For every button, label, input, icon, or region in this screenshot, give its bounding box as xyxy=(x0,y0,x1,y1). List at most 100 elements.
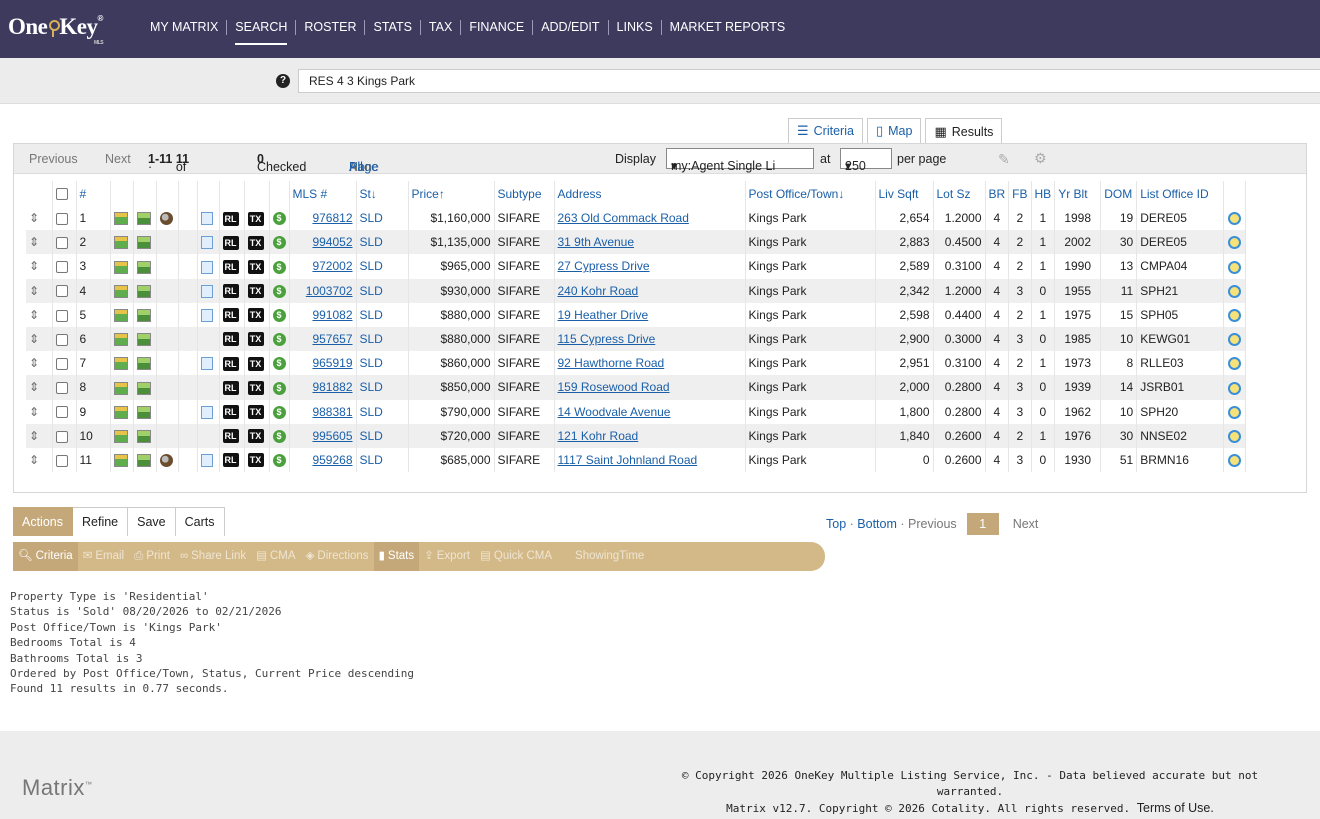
table-row[interactable]: ⇕ 2 RL TX $994052 SLD $1,135,000 SIFARE 31 9th A… xyxy=(26,230,1247,255)
finance-cell[interactable]: $ xyxy=(269,278,290,303)
history-icon[interactable] xyxy=(1228,284,1242,298)
tx-icon[interactable]: TX xyxy=(247,356,264,371)
copy-cell[interactable] xyxy=(197,254,220,279)
gallery-icon[interactable] xyxy=(136,284,151,298)
history-icon[interactable] xyxy=(1228,405,1242,419)
col-yr-blt[interactable]: Yr Blt xyxy=(1054,181,1102,206)
col-price[interactable]: Price↑ xyxy=(408,181,495,206)
nav-item-stats[interactable]: STATS xyxy=(364,20,419,35)
nav-item-my-matrix[interactable]: MY MATRIX xyxy=(146,20,226,35)
virtual-tour-cell[interactable] xyxy=(156,375,179,400)
drag-handle-cell[interactable]: ⇕ xyxy=(26,206,53,231)
photo-icon[interactable] xyxy=(113,357,128,371)
search-input[interactable]: RES 4 3 Kings Park xyxy=(298,69,1320,93)
drag-handle-icon[interactable]: ⇕ xyxy=(29,357,41,369)
row-checkbox[interactable] xyxy=(55,333,68,346)
history-cell[interactable] xyxy=(1223,423,1247,448)
action-cma-button[interactable]: ▤ CMA xyxy=(251,542,300,571)
nav-item-finance[interactable]: FINANCE xyxy=(460,20,532,35)
display-select[interactable]: my:Agent Single Li ▾ xyxy=(666,148,814,173)
address-link[interactable]: 92 Hawthorne Road xyxy=(558,356,665,370)
photo-cell[interactable] xyxy=(110,254,134,279)
col-fb[interactable]: FB xyxy=(1008,181,1032,206)
tx-icon[interactable]: TX xyxy=(247,380,264,395)
copy-icon[interactable] xyxy=(200,236,213,250)
tx-icon[interactable]: TX xyxy=(247,308,264,323)
nav-item-search[interactable]: SEARCH xyxy=(226,20,295,45)
action-directions-button[interactable]: ◈ Directions xyxy=(301,542,374,571)
col-address[interactable]: Address xyxy=(554,181,746,206)
tx-icon[interactable]: TX xyxy=(247,332,264,347)
rl-cell[interactable]: RL xyxy=(219,326,245,352)
gallery-icon[interactable] xyxy=(136,405,151,419)
mls-number-cell[interactable]: 959268 xyxy=(289,447,357,473)
photo-cell[interactable] xyxy=(110,399,134,424)
finance-cell[interactable]: $ xyxy=(269,230,290,255)
photo-cell[interactable] xyxy=(110,278,134,303)
page-number-button[interactable]: 1 xyxy=(966,513,999,535)
nav-item-add-edit[interactable]: ADD/EDIT xyxy=(532,20,607,35)
table-row[interactable]: ⇕ 5 RL TX $991082 SLD $880,000 SIFARE 19 Heather… xyxy=(26,302,1247,327)
edit-icon[interactable]: ✎ xyxy=(998,151,1014,167)
address-cell[interactable]: 263 Old Commack Road xyxy=(554,206,746,231)
nav-item-links[interactable]: LINKS xyxy=(607,20,661,35)
drag-handle-cell[interactable]: ⇕ xyxy=(26,423,53,448)
address-cell[interactable]: 19 Heather Drive xyxy=(554,302,746,327)
row-checkbox-cell[interactable] xyxy=(52,423,77,448)
dollar-icon[interactable]: $ xyxy=(272,284,286,298)
tx-icon[interactable]: TX xyxy=(247,211,264,226)
dollar-icon[interactable]: $ xyxy=(272,212,286,226)
row-checkbox[interactable] xyxy=(55,358,68,371)
rl-cell[interactable]: RL xyxy=(219,399,245,424)
dollar-icon[interactable]: $ xyxy=(272,236,286,250)
photo-gallery-cell[interactable] xyxy=(133,302,157,327)
address-link[interactable]: 159 Rosewood Road xyxy=(558,380,670,394)
photo-gallery-cell[interactable] xyxy=(133,230,157,255)
history-icon[interactable] xyxy=(1228,333,1242,347)
copy-icon[interactable] xyxy=(200,212,213,226)
mls-number-link[interactable]: 976812 xyxy=(312,211,352,225)
address-link[interactable]: 27 Cypress Drive xyxy=(558,259,650,273)
mls-number-link[interactable]: 965919 xyxy=(312,356,352,370)
copy-cell[interactable] xyxy=(197,375,220,400)
rl-icon[interactable]: RL xyxy=(222,284,239,299)
row-checkbox-cell[interactable] xyxy=(52,278,77,303)
finance-cell[interactable]: $ xyxy=(269,326,290,352)
virtual-tour-cell[interactable] xyxy=(156,326,179,352)
row-checkbox[interactable] xyxy=(55,261,68,274)
finance-cell[interactable]: $ xyxy=(269,206,290,231)
action-showingtime-button[interactable]: ShowingTime xyxy=(557,542,662,571)
action-share-link-button[interactable]: ∞ Share Link xyxy=(175,542,251,571)
finance-cell[interactable]: $ xyxy=(269,254,290,279)
rl-icon[interactable]: RL xyxy=(222,453,239,468)
virtual-tour-cell[interactable] xyxy=(156,351,179,376)
table-row[interactable]: ⇕ 6 RL TX $957657 SLD $880,000 SIFARE 115 Cypres… xyxy=(26,326,1247,352)
drag-handle-icon[interactable]: ⇕ xyxy=(29,212,41,224)
table-row[interactable]: ⇕ 8 RL TX $981882 SLD $850,000 SIFARE 159 Rosewo… xyxy=(26,375,1247,400)
virtual-tour-cell[interactable] xyxy=(156,399,179,424)
address-link[interactable]: 31 9th Avenue xyxy=(558,235,635,249)
photo-gallery-cell[interactable] xyxy=(133,278,157,303)
tab-criteria[interactable]: ☰ Criteria xyxy=(788,118,863,143)
dollar-icon[interactable]: $ xyxy=(272,381,286,395)
photo-icon[interactable] xyxy=(113,381,128,395)
copy-icon[interactable] xyxy=(200,309,213,322)
mls-number-link[interactable]: 988381 xyxy=(312,405,352,419)
photo-cell[interactable] xyxy=(110,447,134,473)
mls-number-cell[interactable]: 1003702 xyxy=(289,278,357,303)
rl-cell[interactable]: RL xyxy=(219,254,245,279)
drag-handle-icon[interactable]: ⇕ xyxy=(29,309,41,321)
table-row[interactable]: ⇕ 10 RL TX $995605 SLD $720,000 SIFARE 121 Kohr … xyxy=(26,423,1247,448)
table-row[interactable]: ⇕ 1 RL TX $976812 SLD $1,160,000 SIFARE 263 Old … xyxy=(26,206,1247,231)
rl-cell[interactable]: RL xyxy=(219,206,245,231)
virtual-tour-cell[interactable] xyxy=(156,423,179,448)
address-link[interactable]: 263 Old Commack Road xyxy=(558,211,689,225)
row-checkbox-cell[interactable] xyxy=(52,302,77,327)
drag-handle-cell[interactable]: ⇕ xyxy=(26,302,53,327)
tab-actions[interactable]: Actions xyxy=(13,507,73,536)
tx-cell[interactable]: TX xyxy=(244,351,270,376)
virtual-tour-cell[interactable] xyxy=(156,447,179,473)
tx-cell[interactable]: TX xyxy=(244,447,270,473)
bottom-link[interactable]: Bottom xyxy=(857,517,897,531)
virtual-tour-icon[interactable] xyxy=(159,212,173,226)
